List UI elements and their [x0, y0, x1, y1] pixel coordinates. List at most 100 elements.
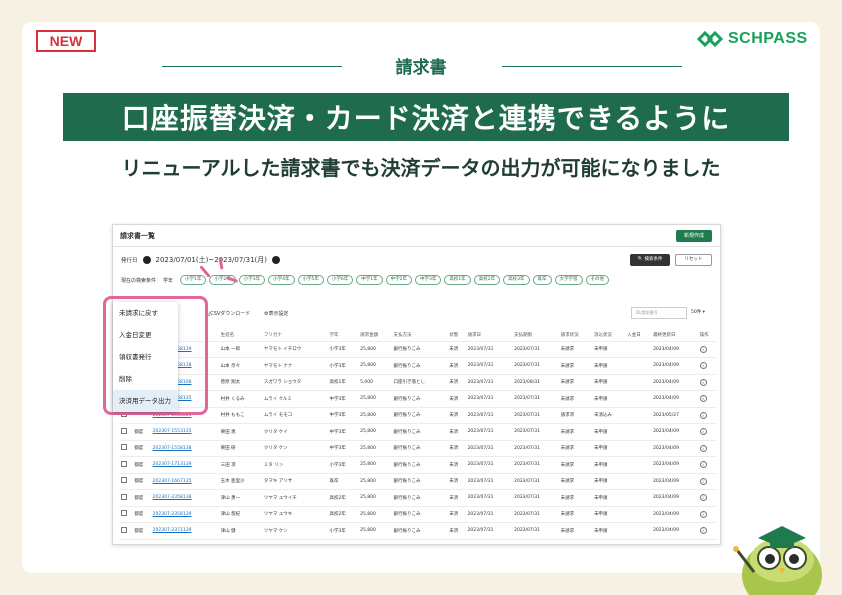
table-cell: 未済 [447, 374, 466, 391]
info-icon[interactable]: i [699, 510, 707, 518]
table-cell: 中学3年 [327, 407, 359, 424]
grade-chip[interactable]: 大学学習 [554, 275, 583, 285]
search-input[interactable]: ID/請求番号 [631, 307, 687, 319]
grade-chip[interactable]: 小学1年 [180, 275, 207, 285]
grade-chip[interactable]: 小学6年 [326, 275, 354, 285]
section-title: 請求書 [395, 58, 447, 78]
table-cell: 25,800 [358, 357, 392, 375]
next-month-icon[interactable] [272, 256, 280, 264]
table-row[interactable]: 都度 202307-1553135 栗田 恵クリタ ケイ 中学3年 25,800 銀行振り… [119, 423, 716, 441]
csv-download-button[interactable]: ⤓CSVダウンロード [208, 310, 250, 317]
menu-item-delete[interactable]: 削除 [113, 368, 178, 390]
info-icon[interactable]: i [699, 527, 707, 535]
info-icon[interactable]: i [699, 345, 707, 353]
row-checkbox[interactable] [121, 493, 127, 500]
table-cell: 未申請 [591, 522, 626, 540]
search-condition-button[interactable]: 🔍 検索条件 [630, 254, 670, 266]
operation-cell: i [697, 489, 716, 507]
table-cell: 村井 くるみ [218, 390, 262, 408]
table-cell: 中学3年 [327, 440, 359, 457]
grade-chip[interactable]: 既卒 [532, 275, 552, 285]
owl-mascot-icon [733, 526, 822, 595]
table-row[interactable]: 都度 202307-1558138 栗田 研クリタ ケン 中学3年 25,800 銀行振り… [119, 440, 716, 457]
row-checkbox[interactable] [121, 526, 127, 533]
table-row[interactable]: 都度 202307-2358139 津山 悠紀 ツヤマ ユウキ 高校2年 25,800 銀行… [119, 506, 716, 523]
info-icon[interactable]: i [699, 461, 707, 469]
subhead: リニューアルした請求書でも決済データの出力が可能になりました [121, 156, 721, 180]
grade-chip[interactable]: 中学3年 [415, 275, 442, 285]
reset-button[interactable]: リセット [675, 254, 712, 266]
row-checkbox[interactable] [121, 427, 127, 434]
grade-label: 学年 [163, 277, 174, 284]
info-icon[interactable]: i [699, 494, 707, 502]
table-cell: 高校2年 [327, 489, 359, 507]
table-cell: クリタ ケン [261, 440, 328, 457]
menu-item-payment-export[interactable]: 決済用データ出力 [113, 390, 178, 412]
row-checkbox[interactable] [121, 460, 127, 467]
table-cell: 未申請 [591, 423, 626, 441]
brand-logo: SCHPASS [697, 29, 808, 49]
row-checkbox[interactable] [121, 510, 127, 517]
grade-chip[interactable]: 高校1年 [444, 275, 471, 285]
invoice-number-link[interactable]: 202307-2371139 [150, 522, 219, 540]
table-cell: 未申請 [591, 456, 626, 474]
table-row[interactable]: 都度 202307-1713139 三田 凛ミタ リン 小学3年 25,800 銀行振りこ… [119, 456, 716, 474]
info-icon[interactable]: i [699, 477, 707, 485]
menu-item-receipt[interactable]: 領収書発行 [113, 346, 178, 368]
info-icon[interactable]: i [699, 378, 707, 386]
invoice-number-link[interactable]: 202307-2358139 [150, 506, 219, 523]
grade-chip[interactable]: その他 [585, 275, 610, 285]
invoice-number-link[interactable]: 202307-1713139 [150, 456, 219, 474]
grade-chip[interactable]: 中学1年 [356, 275, 383, 285]
table-row[interactable]: 202307-1468108菅原 翔太スガワラ ショウタ高校1年5,000口座引… [119, 374, 716, 391]
info-icon[interactable]: i [699, 395, 707, 403]
table-row[interactable]: 202307-1588881 村井 ももこ ムライ モモコ 中学3年 25,800 銀行振… [119, 407, 716, 424]
table-cell [625, 357, 652, 375]
table-cell: 2023/04/09 [651, 341, 698, 358]
table-cell: 高校2年 [327, 506, 359, 523]
grade-chip[interactable]: 小学3年 [238, 275, 266, 285]
table-cell: 銀行振りこみ [391, 423, 448, 441]
page-title: 請求書一覧 [120, 232, 155, 240]
table-row[interactable]: 202307-1158138山本 奈々ヤマモト ナナ小学3年25,800銀行振り… [119, 357, 716, 375]
column-header: 操作 [697, 329, 716, 342]
table-row[interactable]: 都度 202307-1667135 玉木 亜里沙 タマキ アリサ 既卒 25,800 銀行振… [119, 473, 716, 490]
per-page-select[interactable]: 50件 ▾ [691, 309, 705, 315]
grade-chip[interactable]: 小学5年 [297, 275, 324, 285]
table-row[interactable]: 都度 202307-2371139 津山 健ツヤマ ケン 小学3年 25,800 銀行振り… [119, 522, 716, 540]
grade-chip[interactable]: 高校3年 [503, 275, 530, 285]
table-cell: 山本 一郎 [218, 341, 262, 358]
invoice-number-link[interactable]: 202307-2358138 [150, 489, 219, 507]
table-row[interactable]: 都度 202307-2358138 津山 勇一 ツヤマ ユウイチ 高校2年 25,800 銀… [119, 489, 716, 507]
table-cell: 未請求 [558, 390, 592, 408]
info-icon[interactable]: i [699, 428, 707, 436]
grade-chip[interactable]: 中学2年 [385, 275, 413, 285]
prev-month-icon[interactable] [142, 256, 151, 264]
table-cell: 未請求 [558, 506, 592, 523]
table-cell: 銀行振りこみ [391, 489, 448, 507]
row-checkbox[interactable] [121, 477, 127, 484]
invoice-number-link[interactable]: 202307-1667135 [150, 473, 219, 490]
table-cell: 銀行振りこみ [391, 506, 448, 523]
column-header: 状態 [447, 329, 466, 342]
invoice-number-link[interactable]: 202307-1558138 [150, 440, 219, 457]
menu-item-change-date[interactable]: 入金日変更 [113, 324, 178, 346]
grade-chip[interactable]: 小学4年 [268, 275, 295, 285]
menu-item-revert[interactable]: 未請求に戻す [113, 302, 178, 324]
table-row[interactable]: 202307-1158139山本 一郎ヤマモト イチロウ小学3年25,800銀行… [119, 341, 716, 358]
table-cell: 津山 悠紀 [218, 506, 262, 523]
new-invoice-button[interactable]: 新規作成 [676, 230, 712, 242]
operation-cell: i [697, 390, 716, 408]
row-checkbox[interactable] [121, 444, 127, 451]
brand-name: SCHPASS [728, 30, 808, 47]
info-icon[interactable]: i [699, 444, 707, 452]
grade-chip[interactable]: 高校2年 [473, 275, 501, 285]
table-cell: 25,800 [358, 390, 392, 408]
checkbox-cell [119, 522, 133, 540]
info-icon[interactable]: i [699, 411, 707, 419]
table-cell: 2023/07/31 [465, 473, 513, 490]
table-row[interactable]: 202307-1468135村井 くるみムライ クルミ中学3年25,800銀行振… [119, 390, 716, 408]
invoice-number-link[interactable]: 202307-1553135 [150, 423, 219, 441]
info-icon[interactable]: i [699, 362, 707, 370]
display-settings-button[interactable]: ⚙表示設定 [264, 310, 289, 317]
